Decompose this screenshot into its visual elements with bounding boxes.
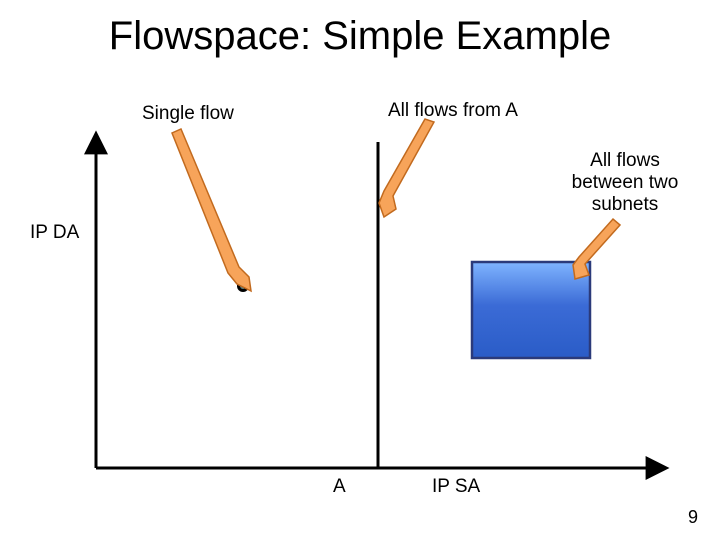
label-single-flow: Single flow: [142, 103, 234, 125]
arrow-between-subnets: [573, 219, 620, 279]
y-axis-label: IP DA: [30, 222, 79, 244]
arrow-flows-from-a: [379, 119, 434, 217]
diagram-canvas: [0, 0, 720, 540]
page-number: 9: [688, 507, 698, 528]
subnet-rectangle: [472, 262, 590, 358]
label-all-flows-between-subnets: All flows between two subnets: [555, 150, 695, 216]
x-tick-a: A: [333, 476, 346, 498]
arrow-single-flow: [172, 129, 251, 291]
label-all-flows-from-a: All flows from A: [388, 100, 518, 122]
slide: Flowspace: Simple Example: [0, 0, 720, 540]
x-axis-label: IP SA: [432, 476, 480, 498]
